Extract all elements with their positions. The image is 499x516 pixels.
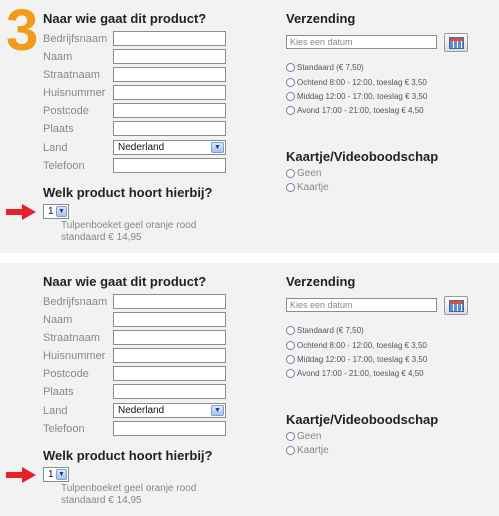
country-value: Nederland <box>118 405 165 416</box>
delivery-date-input[interactable]: Kies een datum <box>286 298 437 312</box>
phone-label: Telefoon <box>43 160 85 172</box>
product-title: Welk product hoort hierbij? <box>43 448 213 463</box>
quantity-select[interactable]: 1 ▼ <box>43 204 69 219</box>
chevron-down-icon[interactable]: ▼ <box>56 206 67 217</box>
red-arrow-icon <box>6 204 36 220</box>
radio-icon[interactable] <box>286 63 295 72</box>
company-label: Bedrijfsnaam <box>43 33 108 45</box>
card-title: Kaartje/Videoboodschap <box>286 149 439 164</box>
chevron-down-icon[interactable]: ▼ <box>211 405 224 416</box>
recipient-title: Naar wie gaat dit product? <box>43 11 207 26</box>
product-price: standaard € 14,95 <box>61 495 142 506</box>
product-name: Tulpenboeket geel oranje rood <box>61 220 197 231</box>
product-title: Welk product hoort hierbij? <box>43 185 213 200</box>
shipping-title: Verzending <box>286 274 356 289</box>
card-title: Kaartje/Videoboodschap <box>286 412 439 427</box>
house-number-label: Huisnummer <box>43 87 106 99</box>
card-option-card[interactable]: Kaartje <box>286 182 329 193</box>
company-input[interactable] <box>113 294 226 309</box>
product-name: Tulpenboeket geel oranje rood <box>61 483 197 494</box>
product-description: Tulpenboeket geel oranje rood standaard … <box>61 483 221 507</box>
chevron-down-icon[interactable]: ▼ <box>211 142 224 153</box>
house-number-label: Huisnummer <box>43 350 106 362</box>
name-input[interactable] <box>113 49 226 64</box>
postcode-label: Postcode <box>43 105 89 117</box>
country-label: Land <box>43 405 68 417</box>
recipient-title: Naar wie gaat dit product? <box>43 274 207 289</box>
quantity-value: 1 <box>48 206 54 217</box>
card-option-card[interactable]: Kaartje <box>286 445 329 456</box>
street-label: Straatnaam <box>43 332 100 344</box>
radio-icon[interactable] <box>286 369 295 378</box>
name-input[interactable] <box>113 312 226 327</box>
red-arrow-icon <box>6 467 36 483</box>
city-label: Plaats <box>43 386 74 398</box>
house-number-input[interactable] <box>113 348 226 363</box>
product-description: Tulpenboeket geel oranje rood standaard … <box>61 220 221 244</box>
chevron-down-icon[interactable]: ▼ <box>56 469 67 480</box>
quantity-select[interactable]: 1 ▼ <box>43 467 69 482</box>
radio-icon[interactable] <box>286 106 295 115</box>
street-input[interactable] <box>113 330 226 345</box>
house-number-input[interactable] <box>113 85 226 100</box>
radio-icon[interactable] <box>286 341 295 350</box>
shipping-option-morning[interactable]: Ochtend 8:00 - 12:00, toeslag € 3,50 <box>286 341 427 350</box>
radio-icon[interactable] <box>286 446 295 455</box>
phone-input[interactable] <box>113 158 226 173</box>
recipient-panel-2: Naar wie gaat dit product? Bedrijfsnaam … <box>0 263 499 516</box>
radio-icon[interactable] <box>286 183 295 192</box>
radio-icon[interactable] <box>286 355 295 364</box>
card-option-none[interactable]: Geen <box>286 168 321 179</box>
radio-icon[interactable] <box>286 169 295 178</box>
street-input[interactable] <box>113 67 226 82</box>
postcode-label: Postcode <box>43 368 89 380</box>
street-label: Straatnaam <box>43 69 100 81</box>
shipping-option-standard[interactable]: Standaard (€ 7,50) <box>286 326 364 335</box>
city-label: Plaats <box>43 123 74 135</box>
country-select[interactable]: Nederland ▼ <box>113 403 226 418</box>
name-label: Naam <box>43 51 73 63</box>
company-label: Bedrijfsnaam <box>43 296 108 308</box>
radio-icon[interactable] <box>286 326 295 335</box>
country-select[interactable]: Nederland ▼ <box>113 140 226 155</box>
shipping-option-afternoon[interactable]: Middag 12:00 - 17:00, toeslag € 3,50 <box>286 92 427 101</box>
shipping-title: Verzending <box>286 11 356 26</box>
shipping-option-afternoon[interactable]: Middag 12:00 - 17:00, toeslag € 3,50 <box>286 355 427 364</box>
recipient-panel-1: 3 Naar wie gaat dit product? Bedrijfsnaa… <box>0 0 499 253</box>
city-input[interactable] <box>113 121 226 136</box>
calendar-icon[interactable] <box>444 296 468 315</box>
step-number: 3 <box>6 0 39 63</box>
company-input[interactable] <box>113 31 226 46</box>
country-label: Land <box>43 142 68 154</box>
shipping-option-evening[interactable]: Avond 17:00 - 21:00, toeslag € 4,50 <box>286 106 424 115</box>
shipping-option-morning[interactable]: Ochtend 8:00 - 12:00, toeslag € 3,50 <box>286 78 427 87</box>
postcode-input[interactable] <box>113 103 226 118</box>
radio-icon[interactable] <box>286 432 295 441</box>
shipping-option-evening[interactable]: Avond 17:00 - 21:00, toeslag € 4,50 <box>286 369 424 378</box>
city-input[interactable] <box>113 384 226 399</box>
radio-icon[interactable] <box>286 92 295 101</box>
card-option-none[interactable]: Geen <box>286 431 321 442</box>
country-value: Nederland <box>118 142 165 153</box>
quantity-value: 1 <box>48 469 54 480</box>
phone-input[interactable] <box>113 421 226 436</box>
delivery-date-input[interactable]: Kies een datum <box>286 35 437 49</box>
name-label: Naam <box>43 314 73 326</box>
postcode-input[interactable] <box>113 366 226 381</box>
shipping-option-standard[interactable]: Standaard (€ 7,50) <box>286 63 364 72</box>
radio-icon[interactable] <box>286 78 295 87</box>
product-price: standaard € 14,95 <box>61 232 142 243</box>
calendar-icon[interactable] <box>444 33 468 52</box>
phone-label: Telefoon <box>43 423 85 435</box>
